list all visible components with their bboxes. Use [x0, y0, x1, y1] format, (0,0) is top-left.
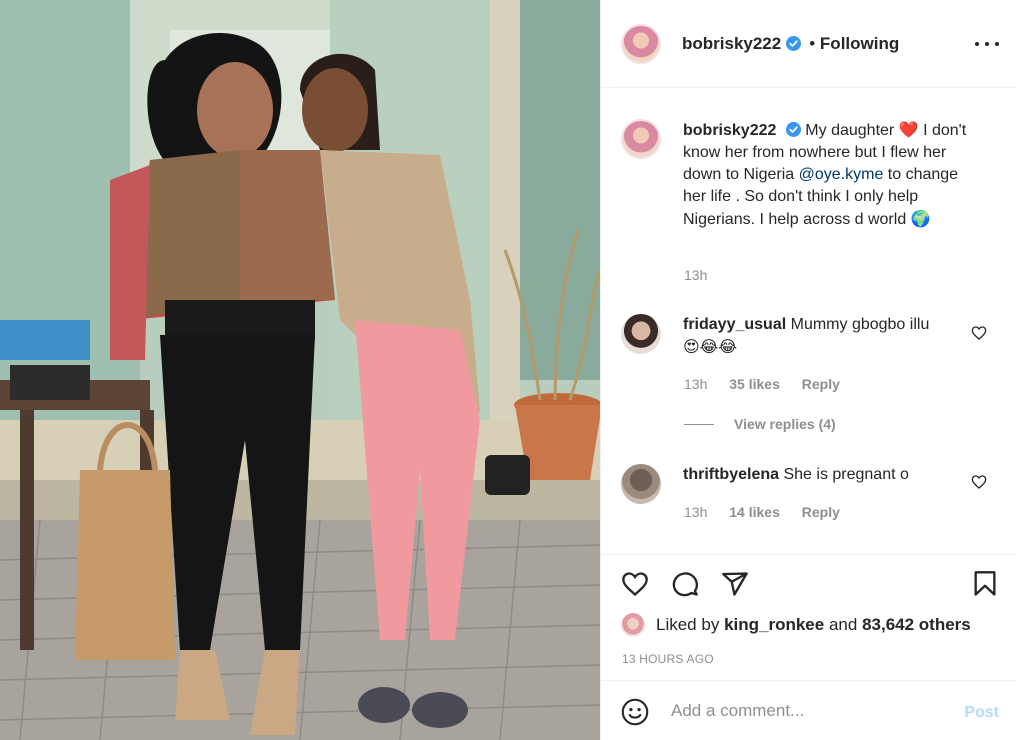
heart-icon[interactable]: [621, 570, 649, 598]
comment-likes[interactable]: 14 likes: [729, 504, 780, 520]
following-label[interactable]: Following: [820, 34, 899, 53]
follow-status[interactable]: • Following: [809, 34, 899, 54]
like-comment-heart-icon[interactable]: [971, 325, 987, 341]
liked-by-and: and: [828, 615, 858, 634]
view-replies-label: View replies (4): [734, 416, 836, 432]
comment-time[interactable]: 13h: [684, 376, 707, 392]
comment-text: fridayy_usual Mummy gbogbo illu 😍😂😂: [683, 314, 953, 359]
caption-username[interactable]: bobrisky222: [683, 122, 776, 139]
comment-reply-button[interactable]: Reply: [802, 376, 840, 392]
replies-divider: [684, 423, 714, 425]
post-photo-image: [0, 0, 600, 740]
comment-item: thriftbyelena She is pregnant o: [621, 464, 953, 504]
comment-emojis: 😍😂😂: [683, 337, 738, 356]
post-side-panel: bobrisky222 • Following bobrisky222 My d…: [600, 0, 1016, 740]
like-comment-heart-icon[interactable]: [971, 474, 987, 490]
comment-text: thriftbyelena She is pregnant o: [683, 464, 953, 504]
post-actions: Liked by king_ronkee and 83,642 others 1…: [601, 554, 1016, 680]
comment-item: fridayy_usual Mummy gbogbo illu 😍😂😂: [621, 314, 953, 359]
comment-username[interactable]: fridayy_usual: [683, 316, 786, 333]
comment-likes[interactable]: 35 likes: [729, 376, 780, 392]
author-avatar[interactable]: [621, 23, 661, 64]
comment-time[interactable]: 13h: [684, 504, 707, 520]
caption-line-1: My daughter: [805, 122, 895, 139]
post-header: bobrisky222 • Following: [601, 0, 1016, 88]
bookmark-icon[interactable]: [971, 570, 999, 598]
post-timestamp[interactable]: 13 HOURS AGO: [622, 652, 714, 666]
view-replies-button[interactable]: View replies (4): [684, 416, 836, 432]
comments-section: bobrisky222 My daughter ❤️ I don't know …: [601, 89, 1016, 554]
post-comment-button[interactable]: Post: [964, 704, 999, 722]
add-comment-input[interactable]: [671, 701, 951, 721]
liked-by-prefix: Liked by: [656, 615, 720, 634]
comment-body: Mummy gbogbo illu: [790, 316, 930, 333]
post-photo[interactable]: [0, 0, 600, 740]
commenter-avatar[interactable]: [621, 314, 661, 354]
comment-icon[interactable]: [671, 570, 699, 598]
verified-badge-icon: [785, 122, 801, 137]
commenter-avatar[interactable]: [621, 464, 661, 504]
comment-reply-button[interactable]: Reply: [802, 504, 840, 520]
comment-username[interactable]: thriftbyelena: [683, 466, 779, 483]
liked-by-user[interactable]: king_ronkee: [724, 615, 824, 635]
add-comment-bar: Post: [601, 680, 1016, 740]
paper-plane-icon[interactable]: [721, 570, 749, 598]
verified-badge-icon: [786, 36, 802, 51]
caption: bobrisky222 My daughter ❤️ I don't know …: [621, 119, 979, 231]
comment-body: She is pregnant o: [783, 466, 909, 483]
caption-text: bobrisky222 My daughter ❤️ I don't know …: [683, 119, 979, 231]
follow-separator: •: [809, 33, 816, 53]
comment-meta: 13h 35 likes Reply: [684, 376, 840, 392]
liker-avatar[interactable]: [621, 613, 645, 637]
smiley-icon[interactable]: [621, 698, 649, 726]
globe-emoji: 🌍: [910, 209, 931, 228]
caption-time[interactable]: 13h: [684, 267, 707, 283]
likes-summary: Liked by king_ronkee and 83,642 others: [621, 613, 971, 637]
caption-avatar[interactable]: [621, 119, 661, 159]
author-username[interactable]: bobrisky222: [682, 34, 781, 54]
heart-emoji: ❤️: [898, 120, 919, 139]
comment-meta: 13h 14 likes Reply: [684, 504, 840, 520]
caption-mention-link[interactable]: @oye.kyme: [799, 166, 884, 183]
more-options-icon[interactable]: [975, 32, 999, 56]
instagram-post: bobrisky222 • Following bobrisky222 My d…: [0, 0, 1016, 740]
liked-by-others[interactable]: 83,642 others: [862, 615, 971, 635]
